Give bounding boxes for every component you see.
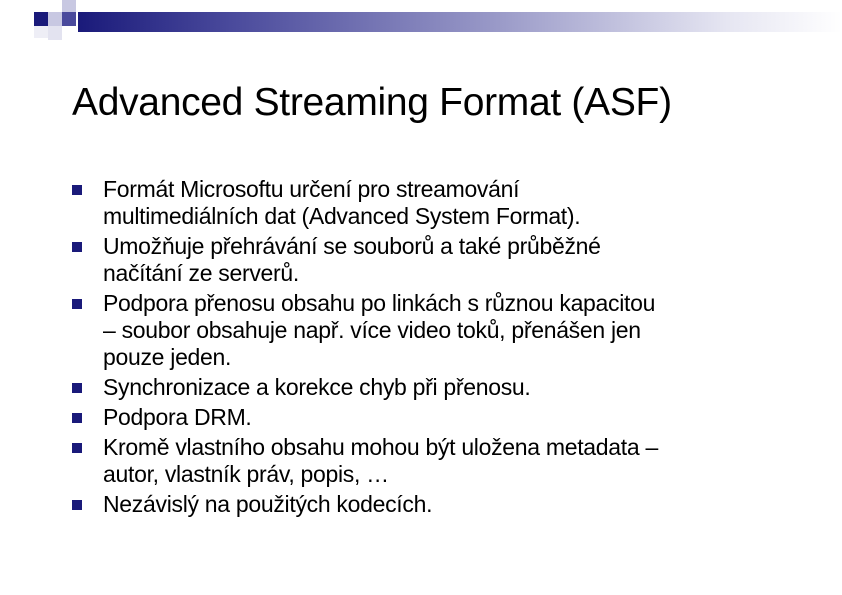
- bullet-line: Umožňuje přehrávání se souborů a také pr…: [103, 233, 601, 259]
- bullet-line: Nezávislý na použitých kodecích.: [103, 491, 433, 517]
- bullet-line: Podpora DRM.: [103, 404, 252, 430]
- bullet-item: Nezávislý na použitých kodecích.: [72, 491, 792, 518]
- square-bullet-icon: [72, 443, 82, 453]
- deco-square: [62, 0, 76, 12]
- deco-square: [62, 12, 76, 26]
- bullet-line: Synchronizace a korekce chyb při přenosu…: [103, 374, 531, 400]
- bullet-item: Synchronizace a korekce chyb při přenosu…: [72, 374, 792, 401]
- deco-square: [34, 26, 48, 38]
- bullet-item: Podpora DRM.: [72, 404, 792, 431]
- slide-title: Advanced Streaming Format (ASF): [72, 81, 672, 124]
- bullet-line: pouze jeden.: [103, 344, 232, 370]
- bullet-item: Podpora přenosu obsahu po linkách s různ…: [72, 290, 792, 371]
- header-gradient-bar: [78, 12, 842, 32]
- square-bullet-icon: [72, 500, 82, 510]
- bullet-line: Podpora přenosu obsahu po linkách s různ…: [103, 290, 656, 316]
- deco-square: [48, 12, 62, 26]
- bullet-line: autor, vlastník práv, popis, …: [103, 461, 389, 487]
- bullet-item: Umožňuje přehrávání se souborů a také pr…: [72, 233, 792, 287]
- square-bullet-icon: [72, 185, 82, 195]
- bullet-line: Kromě vlastního obsahu mohou být uložena…: [103, 434, 658, 460]
- slide-header-decoration: [0, 0, 842, 50]
- square-bullet-icon: [72, 413, 82, 423]
- square-bullet-icon: [72, 383, 82, 393]
- bullet-item: Kromě vlastního obsahu mohou být uložena…: [72, 434, 792, 488]
- square-bullet-icon: [72, 299, 82, 309]
- deco-square: [48, 26, 62, 40]
- square-bullet-icon: [72, 242, 82, 252]
- bullet-line: načítání ze serverů.: [103, 260, 299, 286]
- bullet-item: Formát Microsoftu určení pro streamování…: [72, 176, 792, 230]
- bullet-line: Formát Microsoftu určení pro streamování: [103, 176, 520, 202]
- bullet-line: – soubor obsahuje např. více video toků,…: [103, 317, 641, 343]
- bullet-line: multimediálních dat (Advanced System For…: [103, 203, 581, 229]
- bullet-list: Formát Microsoftu určení pro streamování…: [72, 176, 792, 521]
- deco-square: [34, 12, 48, 26]
